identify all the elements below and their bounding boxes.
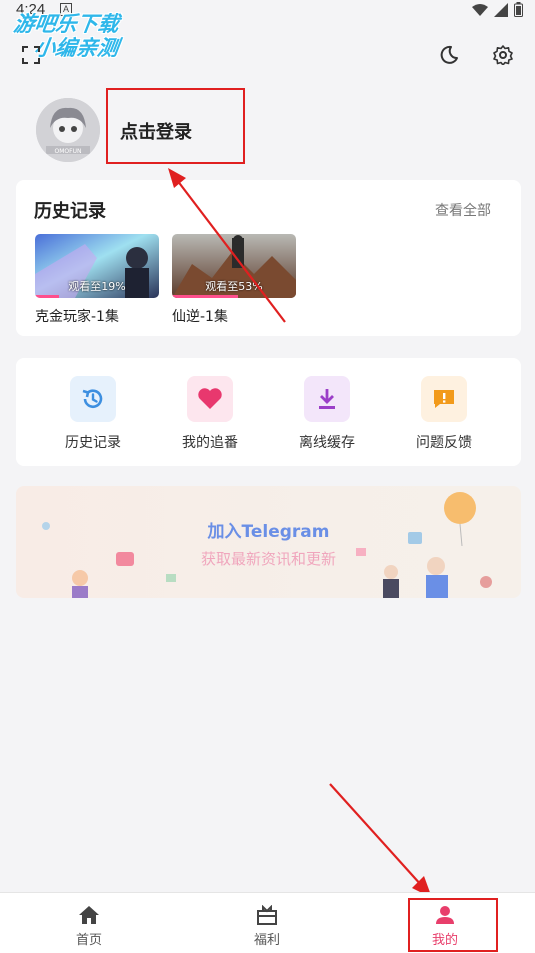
quick-action-history[interactable]: 历史记录 (48, 376, 138, 452)
quick-action-label: 历史记录 (65, 435, 121, 451)
quick-action-feedback[interactable]: 问题反馈 (399, 376, 489, 452)
history-card: 历史记录 查看全部 观看至19% 克金玩家-1集 观看至53% 仙逆-1集 (16, 180, 521, 336)
profile-section[interactable]: OMOFUN 点击登录 (36, 98, 192, 162)
history-progress-label: 观看至53% (205, 280, 263, 293)
feedback-icon-tile (421, 376, 467, 422)
history-progress-bar (172, 295, 238, 298)
scan-button[interactable] (16, 40, 46, 70)
banner-illustration (42, 492, 492, 598)
history-progress-label: 观看至19% (68, 280, 126, 293)
theme-toggle-button[interactable] (434, 40, 464, 70)
avatar-caption: OMOFUN (55, 148, 82, 155)
heart-icon (198, 388, 222, 409)
banner-subtitle: 获取最新资讯和更新 (200, 550, 336, 568)
gift-icon (257, 905, 277, 925)
nav-item-home[interactable]: 首页 (0, 893, 178, 953)
history-title: 历史记录 (34, 201, 106, 222)
avatar[interactable]: OMOFUN (36, 98, 100, 162)
history-icon-tile (70, 376, 116, 422)
battery-icon (514, 2, 523, 17)
nav-label: 福利 (253, 933, 280, 948)
quick-action-offline-cache[interactable]: 离线缓存 (282, 376, 372, 452)
quick-actions-card: 历史记录 我的追番 离线缓存 问题反馈 (16, 358, 521, 466)
highlight-box-mine (408, 898, 498, 952)
wifi-icon (472, 3, 488, 16)
nav-item-welfare[interactable]: 福利 (178, 893, 356, 953)
nav-label: 首页 (75, 933, 102, 948)
quick-action-label: 我的追番 (182, 435, 238, 451)
heart-icon-tile (187, 376, 233, 422)
watermark-line1: 游吧乐下载 (12, 12, 121, 36)
quick-action-favorites[interactable]: 我的追番 (165, 376, 255, 452)
telegram-banner[interactable]: 加入Telegram 获取最新资讯和更新 (16, 486, 521, 598)
history-progress-bar (35, 295, 59, 298)
banner-title: 加入Telegram (207, 522, 330, 542)
quick-action-label: 问题反馈 (416, 435, 472, 451)
status-icons (472, 2, 523, 17)
gear-icon (493, 45, 513, 65)
moon-icon (440, 45, 458, 64)
download-icon-tile (304, 376, 350, 422)
history-item-thumbnail[interactable]: 观看至53% (172, 234, 296, 298)
signal-icon (494, 2, 508, 17)
feedback-icon (434, 390, 454, 408)
settings-button[interactable] (488, 40, 518, 70)
history-item-title[interactable]: 仙逆-1集 (172, 306, 228, 326)
avatar-image: OMOFUN (36, 98, 100, 162)
scan-icon (22, 46, 40, 64)
home-icon (79, 906, 99, 924)
history-item-title[interactable]: 克金玩家-1集 (35, 306, 119, 326)
history-item-thumbnail[interactable]: 观看至19% (35, 234, 159, 298)
view-all-link[interactable]: 查看全部 (435, 200, 491, 220)
quick-action-label: 离线缓存 (299, 435, 355, 451)
history-icon (82, 389, 103, 408)
highlight-box-login (106, 88, 245, 164)
download-icon (319, 389, 335, 409)
